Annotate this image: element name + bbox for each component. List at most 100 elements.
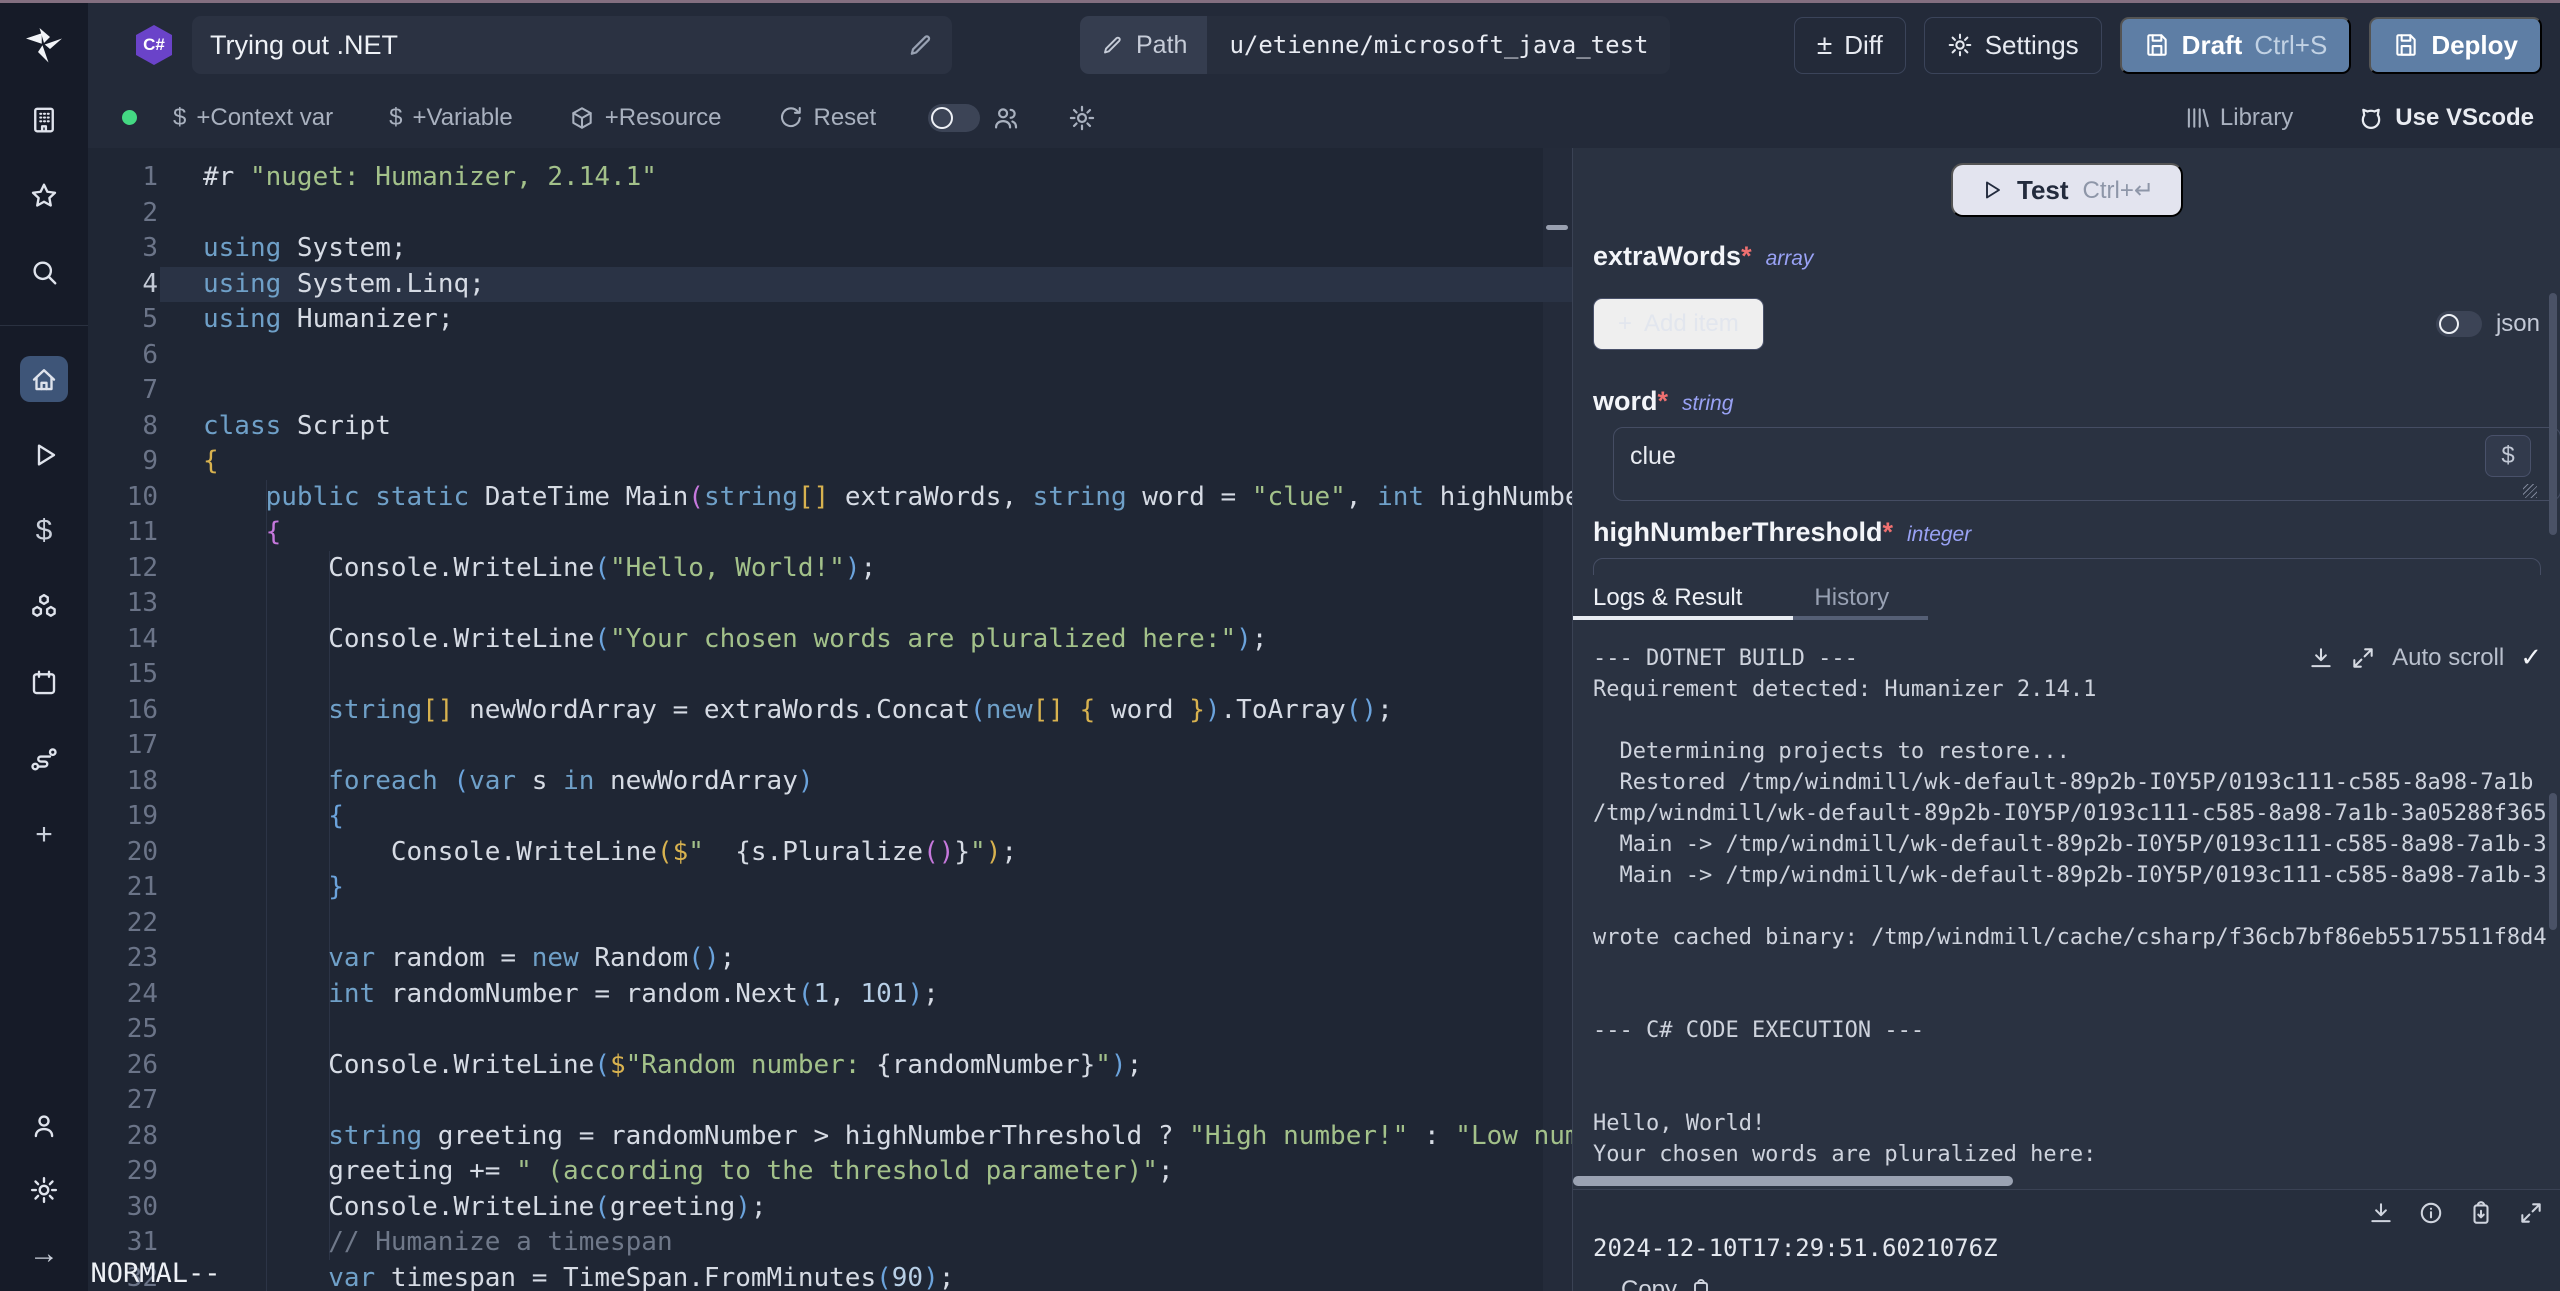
settings-button[interactable]: Settings [1924, 17, 2102, 74]
code-line[interactable]: 28 string greeting = randomNumber > high… [88, 1119, 1572, 1155]
code-line[interactable]: 17 [88, 728, 1572, 764]
library-button[interactable]: Library [2184, 104, 2293, 132]
code-line[interactable]: 23 var random = new Random(); [88, 941, 1572, 977]
building-icon [29, 105, 59, 135]
code-line[interactable]: 19 { [88, 799, 1572, 835]
code-line[interactable]: 14 Console.WriteLine("Your chosen words … [88, 622, 1572, 658]
windmill-logo-icon[interactable] [23, 25, 65, 67]
field-name: highNumberThreshold [1593, 517, 1883, 547]
code-line[interactable]: 26 Console.WriteLine($"Random number: {r… [88, 1048, 1572, 1084]
download-icon[interactable] [2308, 645, 2334, 671]
code-line[interactable]: 24 int randomNumber = random.Next(1, 101… [88, 977, 1572, 1013]
sidebar-item-add[interactable]: + [20, 812, 68, 858]
sidebar-item-workspace[interactable] [20, 97, 68, 143]
form-scrollbar[interactable] [2549, 293, 2557, 535]
editor-settings-gear-icon[interactable] [1068, 104, 1096, 132]
word-input[interactable]: clue [1613, 427, 2560, 501]
deploy-button[interactable]: Deploy [2369, 17, 2542, 74]
sidebar-item-variables[interactable]: $ [20, 508, 68, 554]
code-text: var timespan = TimeSpan.FromMinutes(90); [158, 1261, 1572, 1291]
sidebar-item-favorites[interactable] [20, 173, 68, 219]
download-icon[interactable] [2368, 1200, 2394, 1226]
path-field[interactable]: Path u/etienne/microsoft_java_test [1080, 16, 1670, 74]
add-variable-button[interactable]: $ +Variable [389, 104, 513, 132]
code-line[interactable]: 20 Console.WriteLine($" {s.Pluralize()}"… [88, 835, 1572, 871]
code-line[interactable]: 30 Console.WriteLine(greeting); [88, 1190, 1572, 1226]
code-line[interactable]: 2 [88, 196, 1572, 232]
sidebar-collapse-button[interactable]: → [20, 1231, 68, 1277]
expand-icon[interactable] [2518, 1200, 2544, 1226]
toolbar-right: Library Use VScode [2184, 104, 2534, 132]
add-resource-button[interactable]: +Resource [569, 104, 722, 132]
code-line[interactable]: 29 greeting += " (according to the thres… [88, 1154, 1572, 1190]
code-line[interactable]: 18 foreach (var s in newWordArray) [88, 764, 1572, 800]
sidebar-item-flows[interactable] [20, 736, 68, 782]
code-line[interactable]: 31 // Humanize a timespan [88, 1225, 1572, 1261]
logs-horizontal-scrollbar[interactable] [1573, 1176, 2013, 1186]
line-number: 23 [88, 941, 158, 977]
tab-logs-result[interactable]: Logs & Result [1593, 584, 1742, 612]
code-line[interactable]: 8class Script [88, 409, 1572, 445]
code-line[interactable]: 16 string[] newWordArray = extraWords.Co… [88, 693, 1572, 729]
use-vscode-button[interactable]: Use VScode [2357, 104, 2534, 132]
json-toggle[interactable] [2436, 311, 2482, 337]
code-editor[interactable]: 1#r "nuget: Humanizer, 2.14.1"23using Sy… [88, 148, 1572, 1291]
add-item-button[interactable]: + Add item [1593, 298, 1764, 350]
insert-variable-button[interactable]: $ [2485, 435, 2531, 477]
code-line[interactable]: 15 [88, 657, 1572, 693]
code-line[interactable]: 9{ [88, 444, 1572, 480]
code-line[interactable]: 10 public static DateTime Main(string[] … [88, 480, 1572, 516]
code-line[interactable]: 6 [88, 338, 1572, 374]
dollar-icon: $ [36, 516, 53, 546]
threshold-input[interactable] [1593, 558, 2541, 575]
line-number: 11 [88, 515, 158, 551]
code-line[interactable]: 22 [88, 906, 1572, 942]
use-vscode-label: Use VScode [2395, 104, 2534, 132]
edit-pencil-icon[interactable] [906, 31, 934, 59]
log-line: Restored /tmp/windmill/wk-default-89p2b-… [1593, 770, 2560, 801]
code-line[interactable]: 25 [88, 1012, 1572, 1048]
scroll-handle[interactable] [1546, 225, 1568, 230]
diff-button[interactable]: ± Diff [1794, 17, 1906, 74]
code-line[interactable]: 1#r "nuget: Humanizer, 2.14.1" [88, 160, 1572, 196]
logs-scrollbar[interactable] [2549, 793, 2557, 930]
code-line[interactable]: 27 [88, 1083, 1572, 1119]
code-line[interactable]: 4using System.Linq; [88, 267, 1572, 303]
sidebar-item-home[interactable] [20, 356, 68, 402]
info-icon[interactable] [2418, 1200, 2444, 1226]
sidebar-item-resources[interactable] [20, 584, 68, 630]
code-line[interactable]: 32 var timespan = TimeSpan.FromMinutes(9… [88, 1261, 1572, 1291]
sidebar-item-search[interactable] [20, 249, 68, 295]
log-line: Main -> /tmp/windmill/wk-default-89p2b-I… [1593, 863, 2560, 894]
sidebar-item-account[interactable] [20, 1103, 68, 1149]
star-icon [29, 181, 59, 211]
code-line[interactable]: 11 { [88, 515, 1572, 551]
draft-button[interactable]: Draft Ctrl+S [2120, 17, 2352, 74]
copy-button[interactable]: Copy [1621, 1276, 2560, 1291]
diff-label: Diff [1844, 30, 1883, 61]
test-button[interactable]: Test Ctrl+↵ [1951, 163, 2183, 217]
code-line[interactable]: 21 } [88, 870, 1572, 906]
expand-icon[interactable] [2350, 645, 2376, 671]
sidebar-item-settings[interactable] [20, 1167, 68, 1213]
add-context-var-button[interactable]: $ +Context var [173, 104, 333, 132]
code-line[interactable]: 3using System; [88, 231, 1572, 267]
auto-scroll-label[interactable]: Auto scroll [2392, 644, 2504, 672]
resize-handle[interactable] [2523, 484, 2537, 498]
multiplayer-icon[interactable] [992, 104, 1020, 132]
clipboard-icon[interactable] [2468, 1200, 2494, 1226]
script-title-input[interactable]: Trying out .NET [192, 16, 952, 74]
assistant-toggle[interactable] [928, 104, 980, 132]
reset-button[interactable]: Reset [777, 104, 876, 132]
code-text: { [158, 799, 1572, 835]
code-line[interactable]: 5using Humanizer; [88, 302, 1572, 338]
sidebar-item-schedules[interactable] [20, 660, 68, 706]
code-line[interactable]: 13 [88, 586, 1572, 622]
library-icon [2184, 105, 2210, 131]
check-icon[interactable]: ✓ [2520, 642, 2542, 673]
code-line[interactable]: 7 [88, 373, 1572, 409]
toggle-knob [2439, 314, 2459, 334]
tab-history[interactable]: History [1814, 584, 1889, 612]
code-line[interactable]: 12 Console.WriteLine("Hello, World!"); [88, 551, 1572, 587]
sidebar-item-runs[interactable] [20, 432, 68, 478]
